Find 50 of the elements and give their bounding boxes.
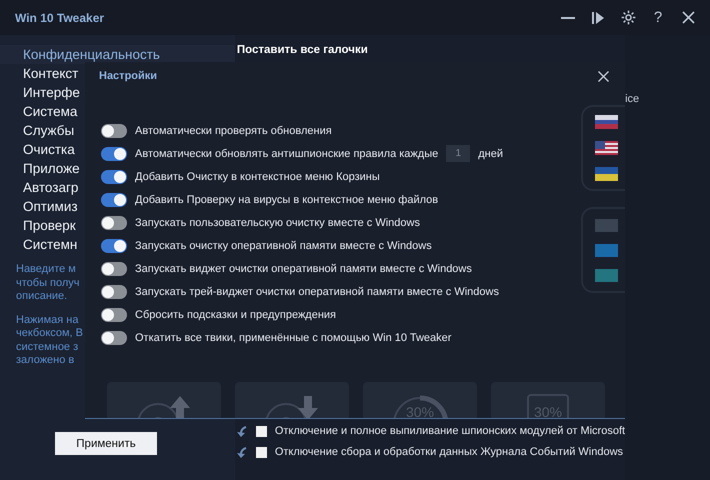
toggle-switch[interactable] <box>101 308 127 322</box>
undo-arrow-icon[interactable] <box>236 426 248 436</box>
ring-gauge-icon <box>392 394 448 418</box>
toggle-label: Автоматически обновлять антишпионские правила каждые <box>135 148 438 160</box>
square-gauge-icon <box>527 394 569 418</box>
checkbox[interactable] <box>256 446 267 458</box>
disc-upload-icon <box>136 394 192 418</box>
toggle-switch[interactable] <box>101 262 127 276</box>
toggle-label: Добавить Очистку в контекстное меню Корзины <box>135 170 380 182</box>
nav-item[interactable]: Конфиденциальность <box>0 45 235 64</box>
toggle-label: Сбросить подсказки и предупреждения <box>135 308 336 320</box>
theme-swatch[interactable] <box>594 244 618 256</box>
checkbox-label: Отключение сбора и обработки данных Журнала Событий Windows <box>274 446 624 458</box>
apply-button[interactable]: Применить <box>55 432 157 455</box>
checkbox-label: Отключение и полное выпиливание шпионских модулей от Microsoft <box>274 425 626 437</box>
close-icon[interactable] <box>598 70 609 82</box>
window-title: Win 10 Tweaker <box>15 10 106 24</box>
check-all-link[interactable]: Поставить все галочки <box>236 44 626 56</box>
settings-button[interactable] <box>620 10 636 26</box>
flag-icon <box>594 115 618 129</box>
toggle-switch[interactable] <box>101 170 127 184</box>
hint-text: Наведите м чтобы получ описание. <box>16 263 80 304</box>
toggle-switch[interactable] <box>101 284 127 298</box>
toggle-label: Запускать пользовательскую очистку вместе с Windows <box>135 216 420 228</box>
toggle-switch[interactable] <box>101 124 127 138</box>
toggle-switch[interactable] <box>101 216 127 230</box>
toggle-label: Автоматически проверять обновления <box>135 124 332 136</box>
help-button[interactable]: ? <box>650 10 666 26</box>
theme-swatch[interactable] <box>594 218 618 232</box>
undo-arrow-icon[interactable] <box>236 446 248 458</box>
minimize-icon[interactable] <box>561 16 575 18</box>
toggle-label: Добавить Проверку на вирусы в контекстное меню файлов <box>135 194 438 206</box>
days-label: дней <box>478 148 503 160</box>
toggle-switch[interactable] <box>101 330 127 344</box>
toggle-switch[interactable] <box>101 146 127 160</box>
side-text: ice <box>625 93 640 105</box>
close-button[interactable] <box>680 10 696 26</box>
theme-swatch[interactable] <box>594 268 618 282</box>
flag-icon <box>594 141 618 155</box>
toggle-label: Запускать очистку оперативной памяти вместе с Windows <box>135 240 432 252</box>
dialog-title: Настройки <box>99 70 158 82</box>
flag-icon <box>594 167 618 181</box>
hint-text: Нажимая на чекбоксом, В системное з заложено в <box>16 314 84 368</box>
checkbox[interactable] <box>256 426 267 436</box>
toggle-label: Запускать трей-виджет очистки оперативной памяти вместе с Windows <box>135 286 499 298</box>
disc-download-icon <box>264 394 320 418</box>
toggle-switch[interactable] <box>101 238 127 252</box>
toggle-label: Запускать виджет очистки оперативной памяти вместе с Windows <box>135 262 472 274</box>
toggle-switch[interactable] <box>101 192 127 206</box>
toggle-label: Откатить все твики, применённые с помощью Win 10 Tweaker <box>135 332 452 344</box>
